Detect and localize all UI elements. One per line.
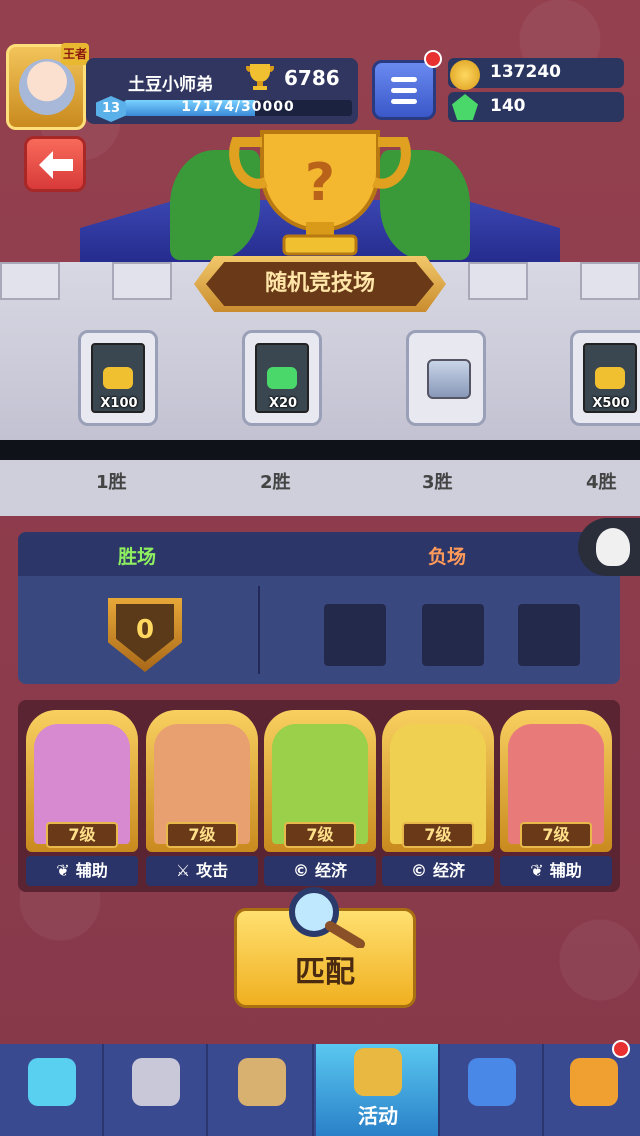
- nav-label: 活动: [358, 1104, 398, 1128]
- nav-notification-dot: [612, 1040, 630, 1058]
- milestone-label: 3胜: [422, 472, 453, 493]
- magnifier-icon: [289, 887, 365, 948]
- hero-card[interactable]: 7级 ⚔ 攻击: [146, 710, 258, 886]
- nav-item[interactable]: [0, 1044, 104, 1136]
- milestone-label: 1胜: [96, 472, 127, 493]
- record-panel-header: [18, 532, 620, 576]
- menu-button[interactable]: [372, 60, 436, 120]
- chest-icon: [28, 1058, 76, 1106]
- hero-card[interactable]: 7级 ❦ 辅助: [26, 710, 138, 886]
- gems-icon: [267, 367, 297, 389]
- hero-role: ⚔ 攻击: [146, 856, 258, 886]
- hero-role-label: 辅助: [549, 861, 582, 880]
- loss-slot: [324, 604, 386, 666]
- nav-item[interactable]: [104, 1044, 208, 1136]
- coins-icon: [103, 367, 133, 389]
- player-avatar[interactable]: 王者: [6, 43, 89, 130]
- back-arrow-icon: [39, 151, 73, 179]
- hero-role-label: 经济: [314, 861, 347, 880]
- hero-role: © 经济: [382, 856, 494, 886]
- hero-level: 7级: [402, 822, 474, 848]
- player-name: 土豆小师弟: [128, 75, 213, 95]
- gem-count: 140: [490, 96, 526, 116]
- avatar-face: [19, 59, 75, 115]
- reward-label: X20: [268, 396, 298, 411]
- back-button[interactable]: [24, 136, 86, 192]
- question-trophy-icon: ?: [229, 130, 411, 256]
- reward-slot-4[interactable]: X500: [570, 330, 640, 426]
- hero-role-label: 经济: [432, 861, 465, 880]
- surrender-flag-button[interactable]: [578, 518, 640, 576]
- milestone-label: 2胜: [260, 472, 291, 493]
- notification-dot: [424, 50, 442, 68]
- wins-title: 胜场: [118, 546, 157, 568]
- hero-role-label: 攻击: [196, 861, 229, 880]
- milestone-label: 4胜: [586, 472, 617, 493]
- xp-text: 17174/30000: [181, 99, 295, 115]
- svg-text:?: ?: [305, 153, 335, 213]
- nav-item[interactable]: [210, 1044, 314, 1136]
- crossed-swords-icon: [238, 1058, 286, 1106]
- loss-slot: [518, 604, 580, 666]
- sprout-icon: ❦: [530, 861, 544, 880]
- reward-label: X100: [100, 396, 138, 411]
- reward-slot-1[interactable]: X100: [78, 330, 158, 426]
- copyright-icon: ©: [292, 861, 309, 880]
- menu-line: [391, 88, 417, 93]
- hero-role-label: 辅助: [75, 861, 108, 880]
- crown-icon: [354, 1048, 402, 1096]
- copyright-icon: ©: [410, 861, 427, 880]
- hero-level: 7级: [520, 822, 592, 848]
- coin-icon: [450, 60, 480, 90]
- hero-role: ❦ 辅助: [500, 856, 612, 886]
- wall-merlon: [468, 262, 528, 300]
- helmet-icon: [132, 1058, 180, 1106]
- menu-line: [391, 77, 417, 82]
- treasure-chest-icon: [427, 359, 471, 399]
- compass-icon: [570, 1058, 618, 1106]
- wall-merlon: [580, 262, 640, 300]
- coins-icon: [595, 367, 625, 389]
- record-divider: [258, 586, 260, 674]
- losses-title: 负场: [428, 546, 467, 568]
- hero-card[interactable]: 7级 © 经济: [264, 710, 376, 886]
- menu-line: [391, 99, 417, 104]
- trophy-icon: [246, 64, 274, 90]
- nav-item[interactable]: [440, 1044, 544, 1136]
- sprout-icon: ❦: [56, 861, 70, 880]
- wall-merlon: [0, 262, 60, 300]
- nav-item[interactable]: 活动: [316, 1044, 440, 1136]
- friends-icon: [468, 1058, 516, 1106]
- sword-icon: ⚔: [175, 861, 191, 880]
- hero-card[interactable]: 7级 © 经济: [382, 710, 494, 886]
- wall-merlon: [112, 262, 172, 300]
- reward-slot-3[interactable]: [406, 330, 486, 426]
- mode-title: 随机竞技场: [206, 262, 434, 306]
- hero-level: 7级: [166, 822, 238, 848]
- avatar-rank-tag: 王者: [61, 43, 89, 65]
- skull-flag-icon: [596, 528, 630, 566]
- hero-role: ❦ 辅助: [26, 856, 138, 886]
- hero-card[interactable]: 7级 ❦ 辅助: [500, 710, 612, 886]
- coin-count: 137240: [490, 62, 561, 82]
- progress-track: [0, 440, 640, 460]
- trophy-count: 6786: [284, 66, 340, 90]
- hero-role: © 经济: [264, 856, 376, 886]
- hero-level: 7级: [46, 822, 118, 848]
- reward-slot-2[interactable]: X20: [242, 330, 322, 426]
- loss-slot: [422, 604, 484, 666]
- nav-item[interactable]: [542, 1044, 640, 1136]
- reward-label: X500: [592, 396, 630, 411]
- hero-level: 7级: [284, 822, 356, 848]
